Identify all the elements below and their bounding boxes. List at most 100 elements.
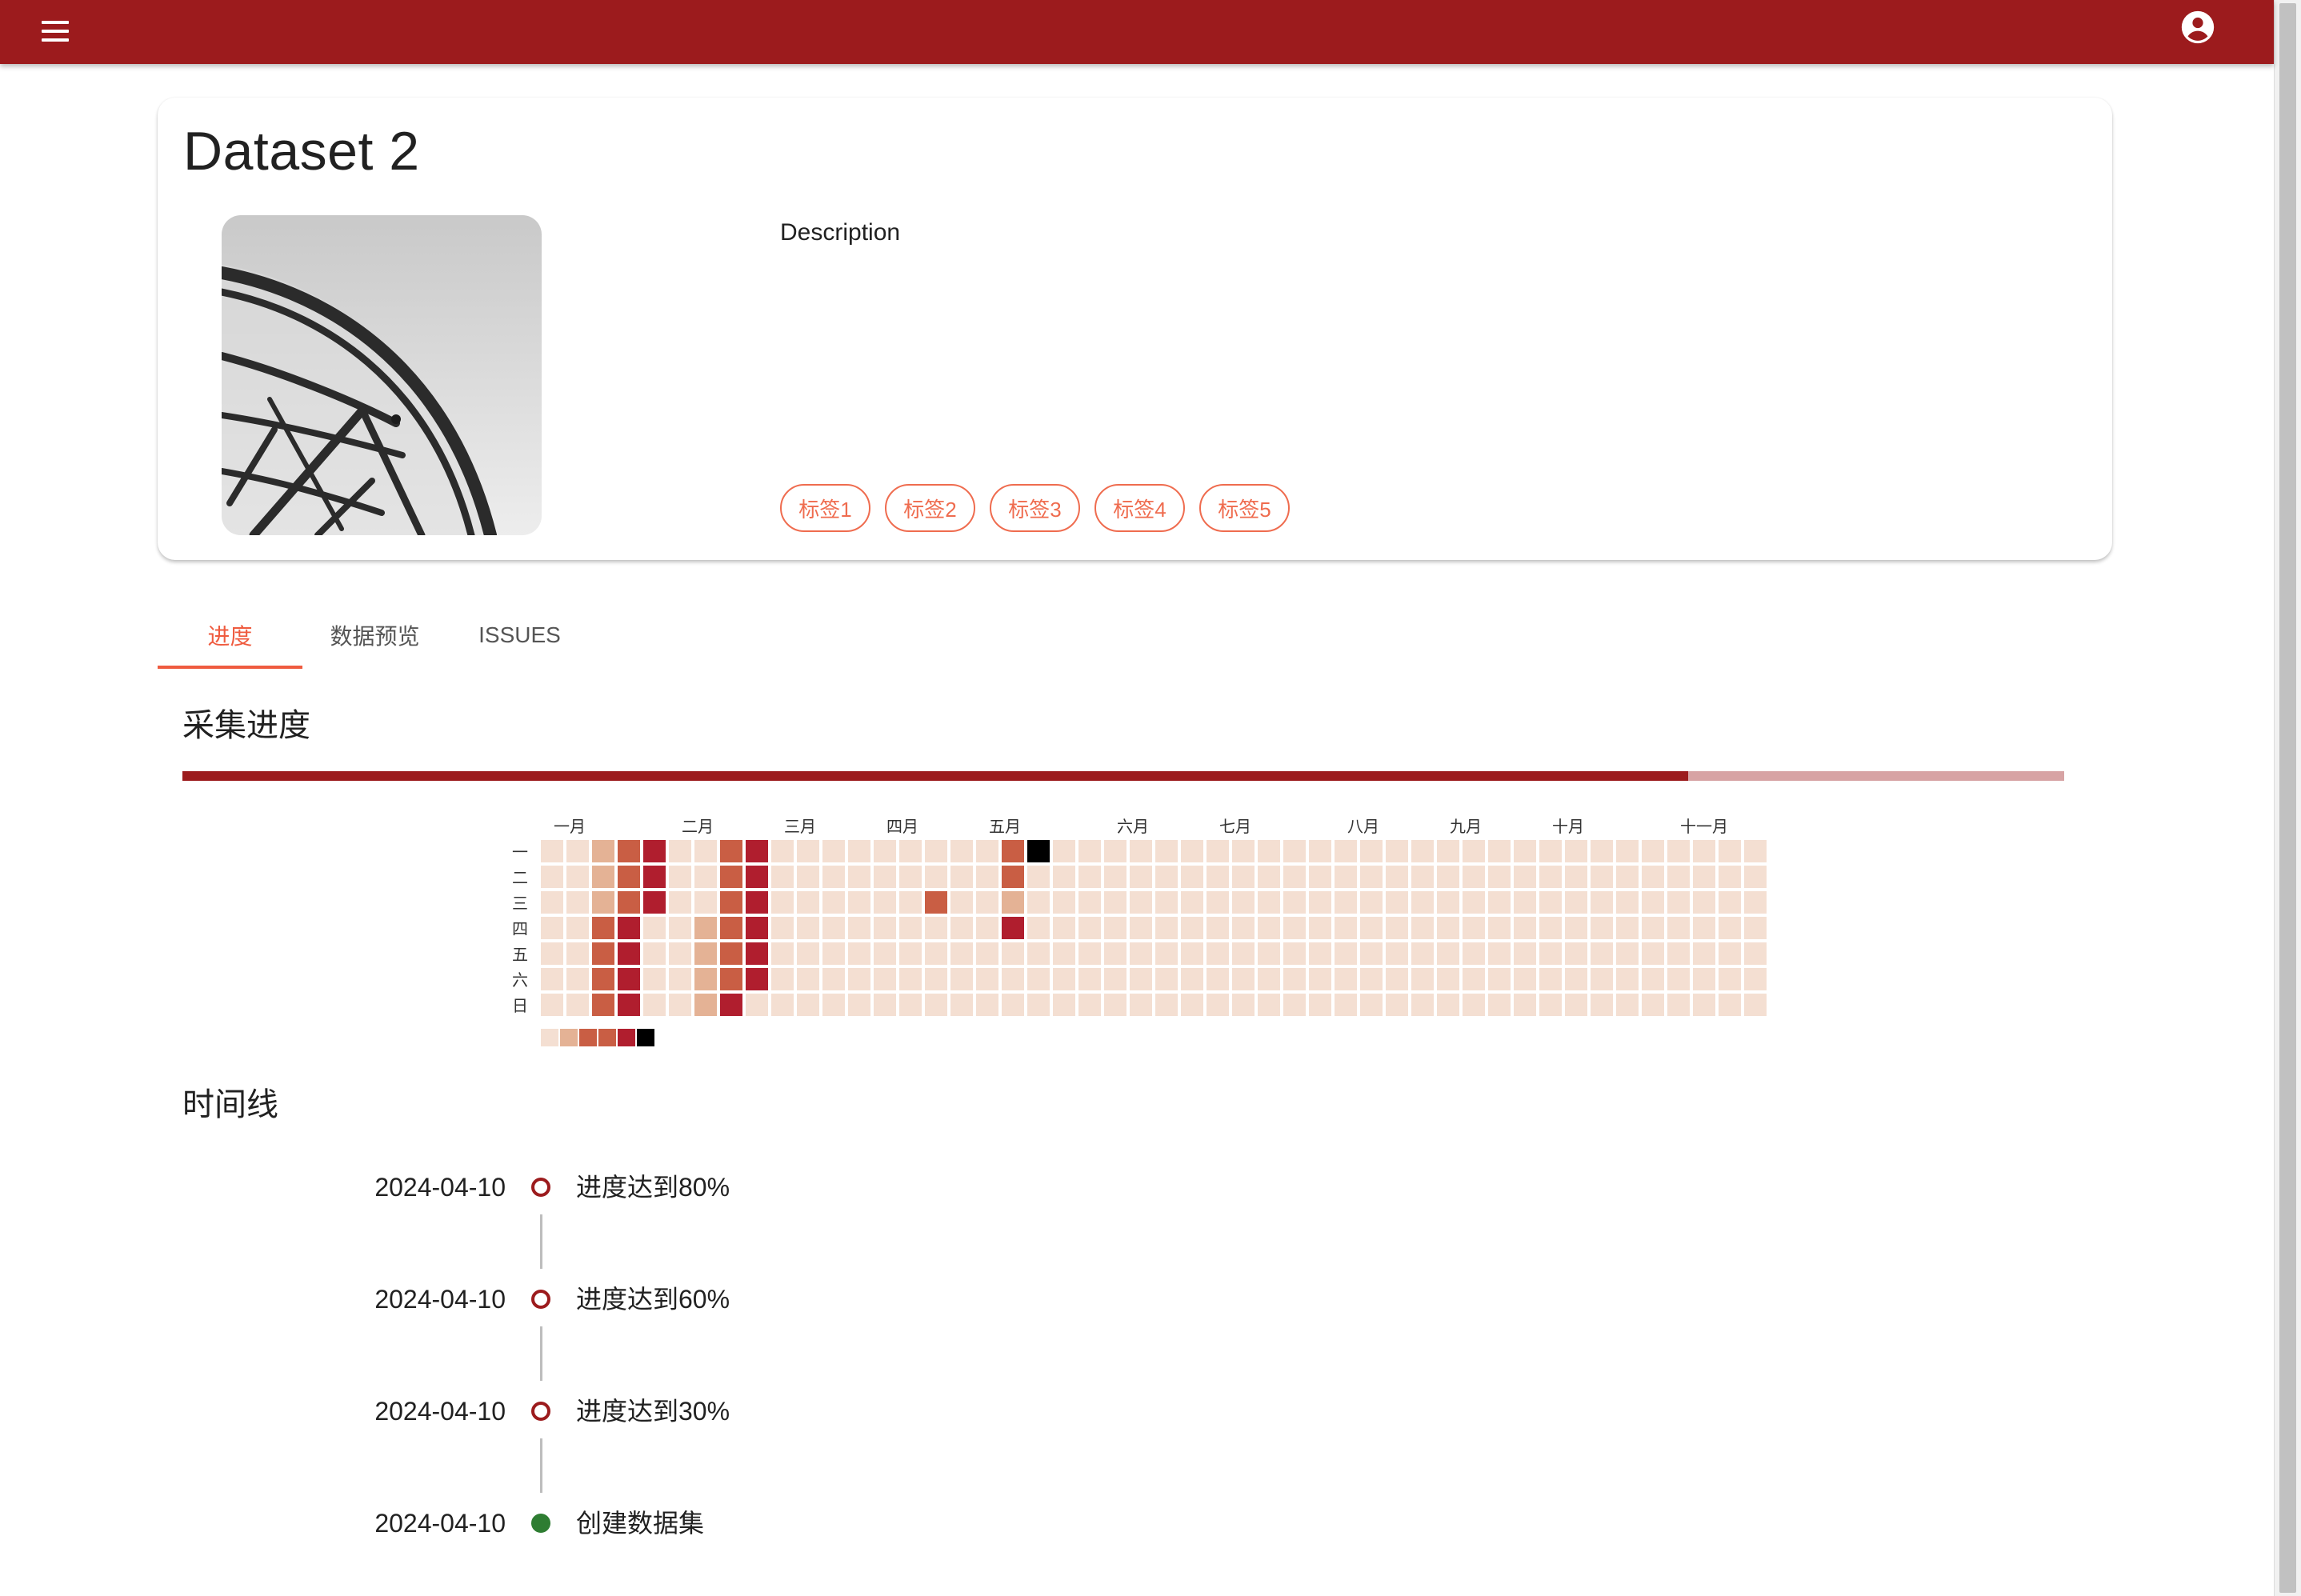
heatmap-cell	[1258, 942, 1280, 965]
tab-issues[interactable]: ISSUES	[447, 602, 592, 669]
timeline-item: 2024-04-10 进度达到80%	[0, 1163, 2301, 1211]
heatmap-cell	[1027, 891, 1050, 914]
timeline-connector	[540, 1326, 542, 1381]
heatmap-cell	[592, 840, 614, 862]
heatmap-cell	[1283, 891, 1306, 914]
heatmap-cell	[1155, 866, 1178, 888]
heatmap-cell	[925, 994, 947, 1016]
heatmap-cell	[1053, 866, 1075, 888]
heatmap-cell	[1130, 942, 1152, 965]
heatmap-cell	[1232, 942, 1255, 965]
tag-chip[interactable]: 标签5	[1199, 484, 1290, 532]
tag-chip[interactable]: 标签4	[1094, 484, 1185, 532]
heatmap-month-label: 八月	[1347, 817, 1379, 836]
heatmap-cell	[1232, 994, 1255, 1016]
heatmap-cell	[1565, 917, 1587, 939]
timeline-item: 2024-04-10 进度达到60%	[0, 1275, 2301, 1323]
heatmap-cell	[1360, 917, 1383, 939]
app-bar	[0, 0, 2274, 64]
heatmap-cell	[1411, 994, 1434, 1016]
heatmap-cell	[1744, 942, 1767, 965]
heatmap-cell	[1130, 968, 1152, 990]
heatmap-cell	[899, 866, 922, 888]
heatmap-cell	[694, 891, 717, 914]
heatmap-cell	[848, 942, 870, 965]
heatmap-cell	[1642, 994, 1664, 1016]
heatmap-month-label: 七月	[1219, 817, 1251, 836]
heatmap-cell	[822, 942, 845, 965]
heatmap-cell	[1104, 942, 1126, 965]
heatmap-weekday-label: 三	[512, 894, 528, 913]
heatmap-cell	[643, 891, 666, 914]
heatmap-cell	[1488, 891, 1511, 914]
heatmap-cell	[1667, 866, 1690, 888]
heatmap-cell	[797, 840, 819, 862]
heatmap-cell	[1514, 968, 1536, 990]
heatmap-cell	[1693, 866, 1715, 888]
heatmap-cell	[1130, 994, 1152, 1016]
heatmap-cell	[1335, 866, 1357, 888]
heatmap-cell	[1616, 840, 1639, 862]
heatmap-cell	[1437, 917, 1459, 939]
heatmap-cell	[1360, 866, 1383, 888]
heatmap-cell	[669, 866, 691, 888]
heatmap-cell	[1002, 994, 1024, 1016]
heatmap-cell	[1719, 891, 1741, 914]
heatmap-cell	[746, 891, 768, 914]
heatmap-legend-swatch	[579, 1029, 597, 1046]
heatmap-cell	[643, 994, 666, 1016]
account-circle-icon[interactable]	[2180, 10, 2215, 45]
heatmap-cell	[1591, 968, 1613, 990]
heatmap-cell	[720, 968, 742, 990]
timeline-date: 2024-04-10	[374, 1397, 506, 1426]
heatmap-cell	[976, 917, 998, 939]
heatmap-cell	[899, 891, 922, 914]
tag-list: 标签1 标签2 标签3 标签4 标签5	[780, 484, 1290, 532]
heatmap-cell	[1078, 994, 1101, 1016]
tab-progress[interactable]: 进度	[158, 602, 302, 669]
tab-data-preview[interactable]: 数据预览	[302, 602, 447, 669]
heatmap-cell	[1744, 968, 1767, 990]
heatmap-cell	[1667, 840, 1690, 862]
heatmap-cell	[1591, 866, 1613, 888]
heatmap-cell	[1104, 840, 1126, 862]
heatmap-cell	[1514, 942, 1536, 965]
heatmap-cell	[592, 994, 614, 1016]
heatmap-cell	[694, 840, 717, 862]
heatmap-cell	[1258, 891, 1280, 914]
heatmap-cell	[592, 866, 614, 888]
heatmap-cell	[925, 891, 947, 914]
heatmap-cell	[1155, 917, 1178, 939]
heatmap-cell	[1207, 840, 1229, 862]
heatmap-cell	[848, 866, 870, 888]
heatmap-cell	[541, 968, 563, 990]
heatmap-cell	[1053, 840, 1075, 862]
dataset-title: Dataset 2	[183, 121, 420, 182]
heatmap-cell	[694, 942, 717, 965]
heatmap-month-label: 十月	[1552, 817, 1584, 836]
heatmap-cell	[1078, 942, 1101, 965]
vertical-scrollbar[interactable]	[2274, 0, 2301, 1596]
heatmap-cell	[1539, 840, 1562, 862]
heatmap-cell	[1411, 917, 1434, 939]
heatmap-cell	[1616, 891, 1639, 914]
heatmap-cell	[1463, 866, 1485, 888]
timeline-outline-dot-icon	[531, 1178, 550, 1197]
heatmap-cell	[618, 917, 640, 939]
heatmap-cell	[1386, 866, 1408, 888]
tag-chip[interactable]: 标签2	[885, 484, 975, 532]
scrollbar-thumb[interactable]	[2279, 3, 2296, 1593]
heatmap-cell	[899, 840, 922, 862]
heatmap-cell	[1565, 968, 1587, 990]
heatmap-cell	[592, 917, 614, 939]
heatmap-cell	[541, 917, 563, 939]
timeline-filled-dot-icon	[531, 1514, 550, 1533]
tag-chip[interactable]: 标签3	[990, 484, 1080, 532]
heatmap-cell	[1002, 891, 1024, 914]
menu-icon[interactable]	[37, 13, 74, 50]
heatmap-cell	[1719, 917, 1741, 939]
heatmap-cell	[1539, 994, 1562, 1016]
tag-chip[interactable]: 标签1	[780, 484, 870, 532]
heatmap-cell	[1437, 968, 1459, 990]
heatmap-cell	[1667, 994, 1690, 1016]
